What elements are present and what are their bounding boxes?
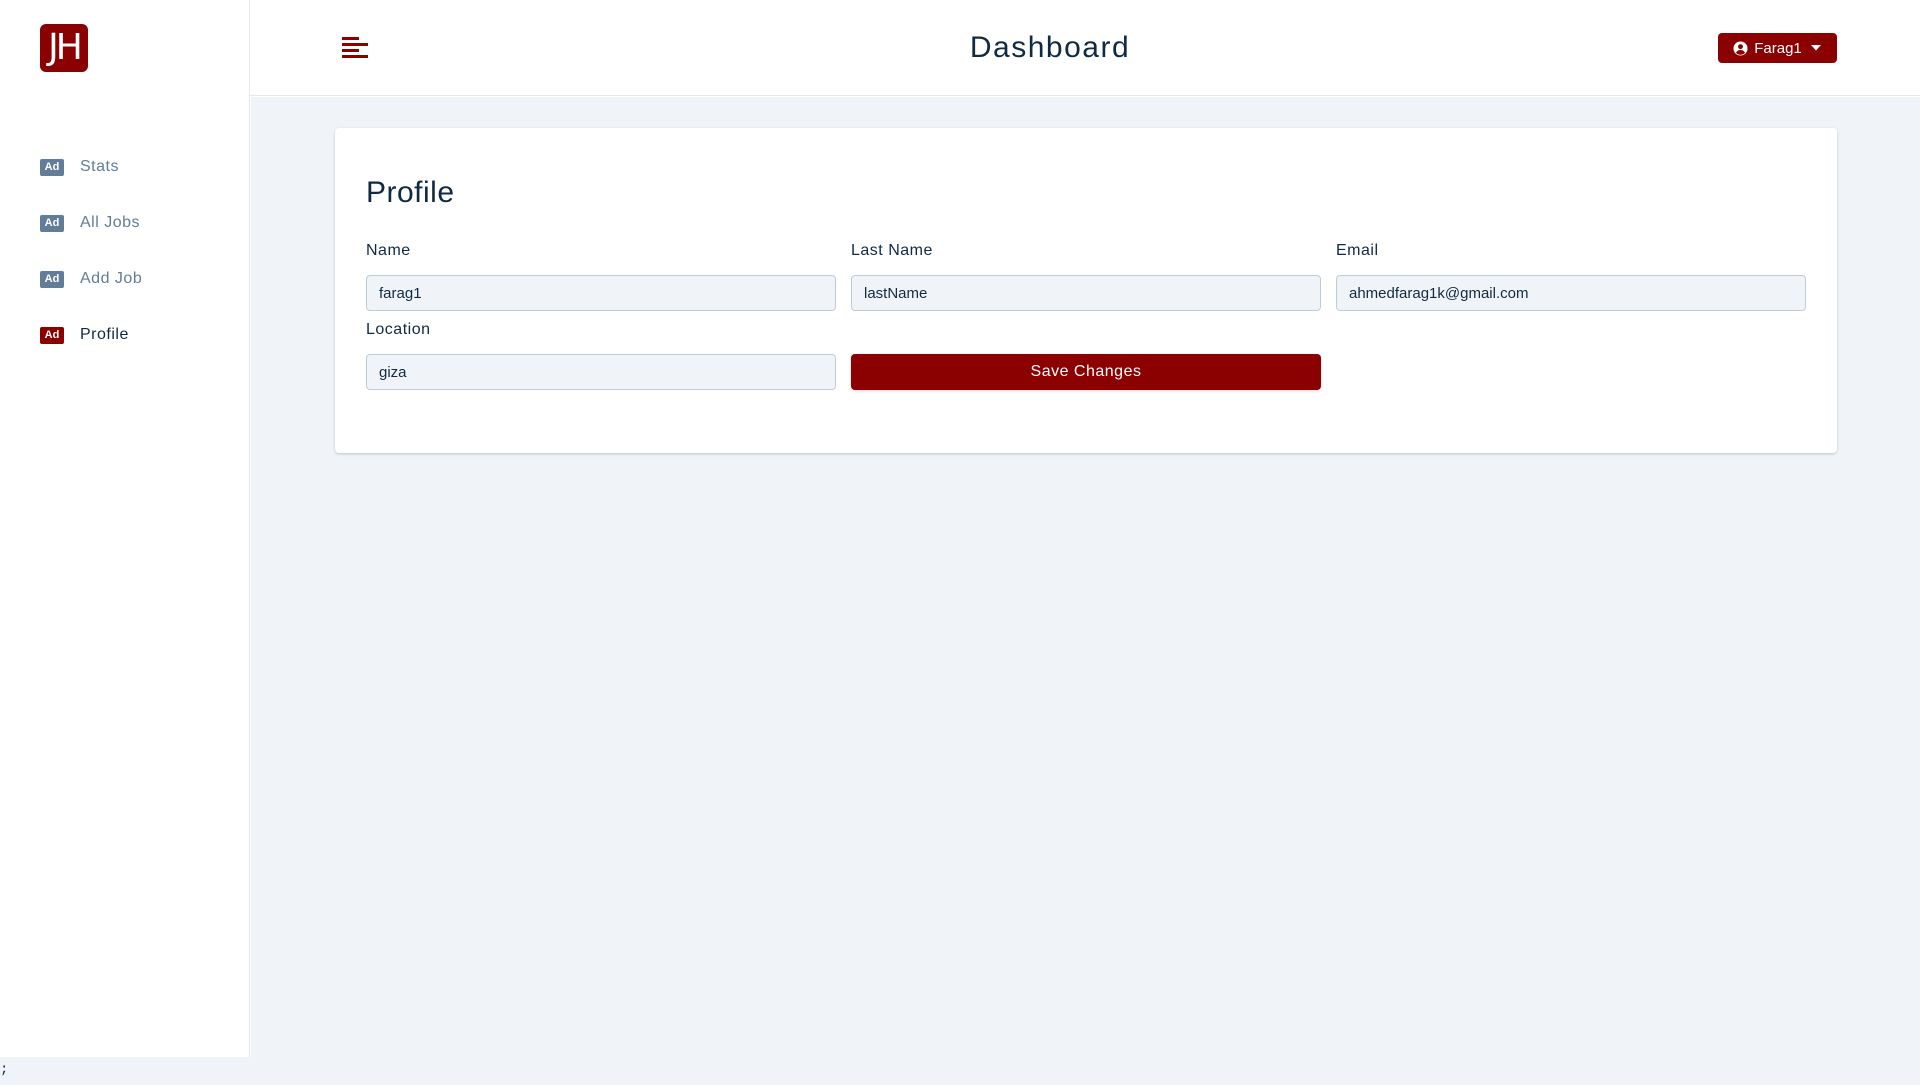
last-name-input[interactable] (851, 275, 1321, 311)
sidebar-item-label: Add Job (80, 270, 143, 287)
ad-icon: Ad (40, 270, 64, 288)
name-input[interactable] (366, 275, 836, 311)
email-input[interactable] (1336, 275, 1806, 311)
user-circle-icon (1733, 40, 1748, 56)
last-name-label: Last Name (851, 242, 933, 259)
location-input[interactable] (366, 354, 836, 390)
sidebar-item-profile[interactable]: Ad Profile (40, 307, 142, 363)
location-label: Location (366, 321, 431, 338)
sidebar-item-label: Profile (80, 326, 129, 343)
email-field: Email (1336, 241, 1806, 311)
profile-card: Profile Name Last Name Email Location Sa… (335, 128, 1837, 453)
sidebar-nav: Ad Stats Ad All Jobs Ad Add Job Ad Profi… (40, 139, 142, 363)
profile-title: Profile (366, 176, 455, 209)
sidebar-item-add-job[interactable]: Ad Add Job (40, 251, 142, 307)
page-title: Dashboard (969, 31, 1131, 64)
stray-text: ; (0, 1062, 9, 1078)
save-changes-button[interactable]: Save Changes (851, 354, 1321, 390)
sidebar-item-label: Stats (80, 158, 119, 175)
ad-icon: Ad (40, 214, 64, 232)
name-label: Name (366, 242, 411, 259)
user-menu-button[interactable]: Farag1 (1718, 33, 1837, 63)
caret-down-icon (1810, 44, 1822, 52)
sidebar: JH Ad Stats Ad All Jobs Ad Add Job Ad Pr… (0, 0, 250, 1057)
sidebar-item-stats[interactable]: Ad Stats (40, 139, 142, 195)
bottom-strip (0, 1057, 1920, 1085)
user-name: Farag1 (1754, 39, 1802, 57)
sidebar-item-label: All Jobs (80, 214, 141, 231)
location-field: Location (366, 320, 836, 390)
ad-icon: Ad (40, 326, 64, 344)
last-name-field: Last Name (851, 241, 1321, 311)
logo[interactable]: JH (40, 24, 88, 72)
logo-text: JH (48, 27, 83, 68)
ad-icon: Ad (40, 158, 64, 176)
name-field: Name (366, 241, 836, 311)
sidebar-item-all-jobs[interactable]: Ad All Jobs (40, 195, 142, 251)
email-label: Email (1336, 242, 1379, 259)
top-navbar: Dashboard Farag1 (250, 0, 1920, 96)
main-content: Profile Name Last Name Email Location Sa… (251, 97, 1920, 1057)
